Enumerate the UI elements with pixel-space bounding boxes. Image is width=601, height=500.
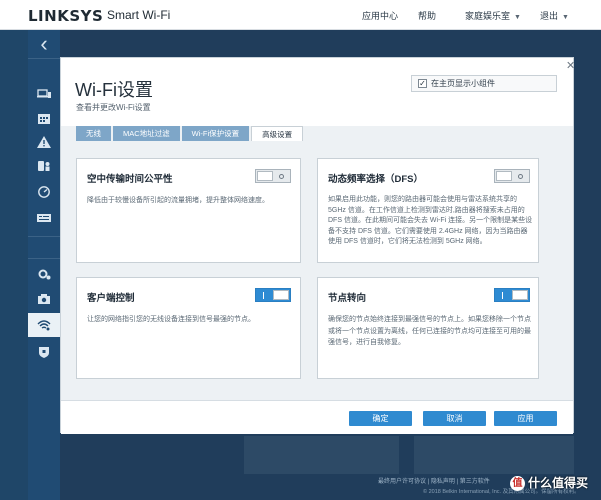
client-steering-card: 客户端控制 让您的网络指引您的无线设备连接到信号最强的节点。 [76, 277, 301, 379]
card-title: 动态频率选择（DFS） [328, 174, 424, 185]
nav-logout[interactable]: 退出 ▼ [540, 9, 569, 22]
cancel-button[interactable]: 取消 [423, 411, 486, 426]
close-icon[interactable]: ✕ [566, 59, 575, 72]
tab-mac-filter[interactable]: MAC地址过滤 [113, 126, 180, 141]
page-subtitle: 查看并更改Wi-Fi设置 [76, 103, 151, 112]
nav-help[interactable]: 帮助 [418, 9, 436, 22]
card-title: 节点转向 [328, 293, 367, 304]
alert-icon [37, 136, 51, 148]
sidebar-item-security[interactable] [28, 340, 60, 364]
sidebar-item-connectivity[interactable] [28, 262, 60, 286]
sidebar-divider [28, 258, 60, 259]
speed-icon [38, 186, 50, 198]
airtime-fairness-toggle[interactable] [255, 169, 291, 183]
sidebar-item-schedule[interactable] [28, 106, 60, 130]
dialog-footer: 确定 取消 应用 [61, 400, 573, 434]
card-description: 确保您的节点始终连接到最强信号的节点上。如果您移除一个节点或将一个节点设置为离线… [328, 316, 531, 346]
settings-tabs: 无线 MAC地址过滤 Wi-Fi保护设置 高级设置 [76, 126, 305, 141]
security-shield-icon [39, 347, 49, 358]
parental-controls-icon [38, 161, 50, 171]
watermark: 值什么值得买 [510, 474, 588, 492]
show-widget-label: 在主页显示小组件 [431, 79, 495, 88]
sidebar-item-wifi-settings[interactable] [28, 313, 60, 337]
camera-icon [38, 294, 50, 304]
background-panel [414, 436, 574, 474]
chevron-down-icon: ▼ [562, 14, 569, 21]
dialog-header: Wi-Fi设置 查看并更改Wi-Fi设置 ✓ 在主页显示小组件 ✕ [61, 58, 575, 126]
media-prioritization-icon [37, 214, 51, 222]
settings-gear-icon [38, 269, 51, 280]
page-title: Wi-Fi设置 [75, 80, 153, 100]
watermark-logo-icon: 值 [510, 476, 525, 492]
sidebar-item-alerts[interactable] [28, 130, 60, 154]
card-title: 空中传输时间公平性 [87, 174, 173, 185]
tab-wireless[interactable]: 无线 [76, 126, 111, 141]
calendar-icon [38, 114, 50, 124]
nav-app-center[interactable]: 应用中心 [362, 9, 398, 22]
card-description: 让您的网络指引您的无线设备连接到信号最强的节点。 [87, 316, 255, 323]
checkbox-checked-icon[interactable]: ✓ [418, 79, 427, 88]
tab-advanced[interactable]: 高级设置 [251, 126, 304, 141]
footer-links[interactable]: 最终用户许可协议 | 隐私声明 | 第三方软件 [378, 476, 490, 485]
show-widget-checkbox[interactable]: ✓ 在主页显示小组件 [411, 75, 557, 92]
card-title: 客户端控制 [87, 293, 135, 304]
sidebar-item-troubleshooting[interactable] [28, 287, 60, 311]
devices-icon [37, 89, 51, 98]
chevron-down-icon: ▼ [514, 14, 521, 21]
chevron-left-icon: ‹ [40, 31, 48, 56]
card-description: 降低由于较慢设备所引起的流量拥堵，提升整体网络速度。 [87, 197, 269, 204]
product-name: Smart Wi-Fi [107, 8, 171, 22]
apply-button[interactable]: 应用 [494, 411, 557, 426]
top-header: LINKSYS Smart Wi-Fi 应用中心 帮助 家庭娱乐室 ▼ 退出 ▼ [0, 0, 601, 30]
sidebar-item-speed-test[interactable] [28, 180, 60, 204]
card-description: 如果启用此功能，则您的路由器可能会使用与雷达系统共享的 5GHz 信道。在工作信… [328, 196, 533, 245]
dfs-card: 动态频率选择（DFS） 如果启用此功能，则您的路由器可能会使用与雷达系统共享的 … [317, 158, 539, 263]
client-steering-toggle[interactable] [255, 288, 291, 302]
background-panel [244, 436, 399, 474]
wifi-icon [37, 320, 51, 331]
node-steering-card: 节点转向 确保您的节点始终连接到最强信号的节点上。如果您移除一个节点或将一个节点… [317, 277, 539, 379]
sidebar-item-media-prioritization[interactable] [28, 206, 60, 230]
linksys-logo[interactable]: LINKSYS [28, 7, 103, 25]
node-steering-toggle[interactable] [494, 288, 530, 302]
collapse-sidebar-button[interactable]: ‹ [28, 30, 60, 58]
airtime-fairness-card: 空中传输时间公平性 降低由于较慢设备所引起的流量拥堵，提升整体网络速度。 [76, 158, 301, 263]
sidebar-item-devices[interactable] [28, 82, 60, 106]
tab-wps[interactable]: Wi-Fi保护设置 [181, 126, 250, 141]
sidebar-divider [28, 236, 60, 237]
sidebar-divider [28, 58, 60, 59]
sidebar-item-parental-controls[interactable] [28, 154, 60, 178]
wifi-settings-dialog: Wi-Fi设置 查看并更改Wi-Fi设置 ✓ 在主页显示小组件 ✕ 无线 MAC… [60, 57, 575, 434]
nav-network-name[interactable]: 家庭娱乐室 ▼ [465, 9, 521, 22]
ok-button[interactable]: 确定 [349, 411, 412, 426]
dfs-toggle[interactable] [494, 169, 530, 183]
